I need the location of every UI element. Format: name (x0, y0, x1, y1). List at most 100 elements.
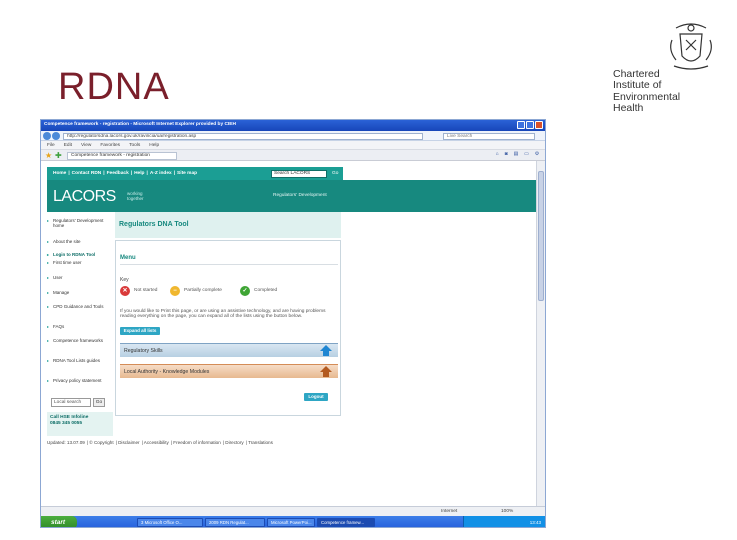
system-tray: 13:43 (463, 516, 545, 527)
home-icon[interactable]: ⌂ (496, 152, 499, 157)
security-zone: Internet (441, 508, 458, 514)
partially-complete-icon: − (170, 286, 180, 296)
sidebar-item-login[interactable]: Login to RDNA Tool (47, 252, 109, 257)
expand-all-lists-button[interactable]: Expand all lists (120, 327, 160, 335)
menu-file[interactable]: File (47, 143, 55, 148)
key-label-partial: Partially complete (184, 288, 222, 293)
menu-bar: File Edit View Favorites Tools Help (41, 141, 545, 150)
menu-tools[interactable]: Tools (129, 143, 140, 148)
back-arrow-icon[interactable] (43, 132, 51, 140)
site-banner: LACORS working together Regulators' Deve… (47, 180, 537, 212)
nav-site-map[interactable]: Site map (175, 171, 199, 176)
menu-help[interactable]: Help (149, 143, 159, 148)
main-content: Regulators DNA Tool Menu Key ✕ Not start… (115, 212, 341, 417)
taskbar-item-powerpoint[interactable]: Microsoft PowerPoi... (267, 518, 315, 527)
divider (120, 264, 338, 265)
nav-contact[interactable]: Contact RDN (70, 171, 104, 176)
footer-copyright[interactable]: © Copyright (89, 440, 115, 445)
status-bar: Internet 100% (41, 506, 545, 516)
sidebar-item-manage[interactable]: Manage (47, 290, 109, 295)
window-controls (517, 121, 543, 129)
add-favorite-icon[interactable]: ✚ (55, 151, 62, 160)
favorites-star-icon[interactable]: ★ (45, 151, 52, 160)
menu-heading: Menu (120, 255, 136, 261)
sidebar-item-user[interactable]: User (47, 275, 109, 280)
window-title: Competence framework - registration - Mi… (44, 122, 236, 127)
sidebar-item-competence[interactable]: Competence frameworks (47, 338, 109, 343)
footer-translations[interactable]: Translations (248, 440, 275, 445)
slide-title: RDNA (58, 66, 170, 108)
menu-view[interactable]: View (81, 143, 91, 148)
command-bar: ⌂ ◙ ▤ ▭ ⚙ (496, 152, 539, 157)
browser-screenshot: Competence framework - registration - Mi… (40, 119, 546, 528)
arrow-stem-icon (323, 371, 329, 377)
menu-favorites[interactable]: Favorites (100, 143, 120, 148)
key-legend: ✕ Not started − Partially complete ✓ Com… (120, 286, 340, 296)
page-title: Regulators DNA Tool (115, 212, 341, 238)
nav-help[interactable]: Help (132, 171, 146, 176)
local-search-go-button[interactable]: Go (93, 398, 105, 407)
address-bar: http://regulatorsdna.lacors.gov.uk/ravin… (41, 131, 545, 141)
footer-updated: Updated: 13.07.09 (47, 440, 85, 445)
logo-tagline: working together (127, 191, 144, 201)
page-menu-icon[interactable]: ▭ (524, 152, 529, 157)
start-button[interactable]: start (41, 516, 77, 527)
sidebar-item-home[interactable]: Regulators' Development home (47, 218, 109, 228)
page-footer: Updated: 13.07.09 | © Copyright | Disclaim… (47, 440, 275, 445)
key-label-completed: Completed (254, 288, 278, 293)
menu-edit[interactable]: Edit (64, 143, 72, 148)
footer-foi[interactable]: Freedom of information (173, 440, 223, 445)
local-search-input[interactable]: Local search (51, 398, 91, 407)
maximize-button[interactable] (526, 121, 534, 129)
banner-section-title: Regulators' Development (273, 193, 327, 198)
lacors-logo[interactable]: LACORS (53, 188, 116, 206)
print-icon[interactable]: ▤ (514, 152, 519, 157)
footer-directory[interactable]: Directory (225, 440, 245, 445)
footer-accessibility[interactable]: Accessibility (144, 440, 171, 445)
module-regulatory-skills[interactable]: Regulatory Skills (120, 343, 338, 357)
taskbar-item-outlook[interactable]: 3 Microsoft Office O... (137, 518, 203, 527)
sidebar-item-about[interactable]: About the site (47, 239, 109, 244)
nav-feedback[interactable]: Feedback (105, 171, 131, 176)
sidebar-item-guides[interactable]: RDNA Tool Lists guides (47, 358, 109, 363)
minimize-button[interactable] (517, 121, 525, 129)
menu-panel: Menu Key ✕ Not started − Partially compl… (115, 240, 341, 416)
sidebar-item-cpd[interactable]: CPD Guidance and Tools (47, 304, 109, 309)
key-heading: Key (120, 277, 129, 283)
tools-menu-icon[interactable]: ⚙ (535, 152, 539, 157)
site-search-input[interactable]: Search LACORS (271, 170, 327, 178)
windows-taskbar: start 3 Microsoft Office O... 2009 RDN R… (41, 516, 545, 527)
tab-competence-framework[interactable]: Competence framework - registration (67, 151, 177, 160)
vertical-scrollbar[interactable] (536, 161, 545, 516)
logout-button[interactable]: Logout (304, 393, 328, 401)
accessibility-note: If you would like to Print this page, or… (120, 309, 326, 320)
zoom-level[interactable]: 100% (501, 509, 513, 514)
sidebar-item-faqs[interactable]: FAQs (47, 324, 109, 329)
cieh-crest-icon (670, 23, 712, 70)
live-search-input[interactable]: Live Search (443, 132, 535, 140)
window-titlebar: Competence framework - registration - Mi… (41, 120, 545, 131)
organisation-name: Chartered Institute of Environmental Hea… (613, 68, 681, 115)
module-knowledge-modules[interactable]: Local Authority - Knowledge Modules (120, 364, 338, 378)
left-sidebar: Regulators' Development home About the s… (47, 212, 113, 436)
sidebar-item-first-time[interactable]: First time user (47, 260, 109, 265)
hse-infoline-box: Call HSE Infoline 0845 345 0055 (47, 412, 113, 436)
arrow-stem-icon (323, 350, 329, 356)
taskbar-item-competence[interactable]: Competence framew... (317, 518, 375, 527)
not-started-icon: ✕ (120, 286, 130, 296)
site-search-go-button[interactable]: Go (332, 170, 341, 178)
url-field[interactable]: http://regulatorsdna.lacors.gov.uk/ravin… (63, 132, 423, 140)
favorites-bar: ★ ✚ Competence framework - registration … (41, 150, 545, 161)
key-label-not-started: Not started (134, 288, 158, 293)
feeds-icon[interactable]: ◙ (505, 152, 508, 157)
taskbar-item-rdn[interactable]: 2009 RDN Regulat... (205, 518, 265, 527)
clock: 13:43 (529, 520, 541, 525)
nav-a-z-index[interactable]: A-Z index (148, 171, 174, 176)
nav-home[interactable]: Home (51, 171, 68, 176)
scrollbar-thumb[interactable] (538, 171, 544, 301)
footer-disclaimer[interactable]: Disclaimer (118, 440, 141, 445)
sidebar-item-privacy[interactable]: Privacy policy statement (47, 378, 109, 383)
web-page: Home | Contact RDN | Feedback | Help | A-Z i… (41, 161, 537, 516)
close-button[interactable] (535, 121, 543, 129)
forward-arrow-icon[interactable] (52, 132, 60, 140)
